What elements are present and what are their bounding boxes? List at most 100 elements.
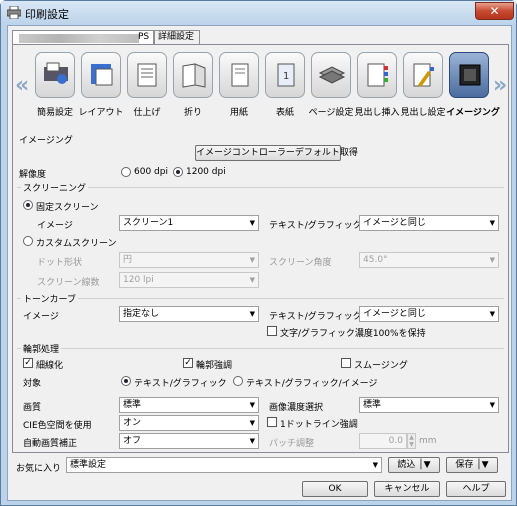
ok-button[interactable]: OK [302, 481, 368, 497]
quality-label: 画質 [23, 403, 42, 413]
custom-screen-label: カスタムスクリーン [36, 239, 117, 249]
screen-text-graphic-label: テキスト/グラフィック [269, 221, 362, 231]
chevron-down-icon: ▼ [249, 437, 255, 445]
smoothing-checkbox[interactable] [341, 358, 351, 368]
label-layout: レイアウト [78, 108, 124, 118]
finishing-icon [137, 63, 157, 87]
tone-text-graphic-label: テキスト/グラフィック [269, 312, 362, 322]
one-dot-line-checkbox[interactable] [267, 417, 277, 427]
screen-lines-select: 120 lpi ▼ [119, 272, 259, 288]
paper-icon [231, 63, 249, 87]
label-finishing: 仕上げ [133, 108, 161, 118]
label-quick-settings: 簡易設定 [36, 108, 73, 118]
cover-icon: 1 [277, 63, 295, 87]
tone-image-select[interactable]: 指定なし ▼ [119, 306, 259, 322]
screen-angle-select: 45.0° ▼ [359, 252, 499, 268]
thinning-label: 細線化 [36, 361, 64, 371]
resolution-600-label: 600 dpi [134, 167, 168, 177]
tab-ps[interactable]: PS [12, 30, 154, 45]
screen-text-graphic-select[interactable]: イメージと同じ ▼ [359, 215, 499, 231]
close-button[interactable]: ✕ [475, 2, 514, 20]
screen-image-select[interactable]: スクリーン1 ▼ [119, 215, 259, 231]
chevron-down-icon: ▼ [249, 219, 255, 227]
resolution-600-radio[interactable] [121, 167, 131, 177]
dot-shape-value: 円 [123, 255, 133, 265]
toolbar-layout[interactable] [81, 52, 121, 98]
layout-icon [91, 64, 113, 86]
tone-text-graphic-select[interactable]: イメージと同じ ▼ [359, 306, 499, 322]
patch-unit: mm [419, 436, 437, 446]
tab-advanced[interactable]: 詳細設定 [154, 30, 200, 44]
favorites-select[interactable]: 標準設定 ▼ [66, 457, 382, 473]
resolution-1200-label: 1200 dpi [186, 167, 226, 177]
quality-value: 標準 [123, 400, 142, 410]
toolbar-quick-settings[interactable] [35, 52, 75, 98]
patch-adjust-label: パッチ調整 [269, 439, 315, 449]
toolbar-paper[interactable] [219, 52, 259, 98]
label-page-settings: ページ設定 [308, 108, 354, 118]
chevron-down-icon: ▼ [489, 256, 495, 264]
quick-settings-icon [44, 62, 68, 84]
auto-correct-select[interactable]: オフ ▼ [119, 433, 259, 449]
screening-group-title: スクリーニング [21, 181, 89, 194]
dialog-body: PS 詳細設定 « » 1 簡易設定 レイアウト 仕上げ 折り 用紙 表紙 ペー… [7, 25, 512, 501]
load-label: 読込 [397, 460, 416, 470]
dot-shape-select: 円 ▼ [119, 252, 259, 268]
imaging-icon [459, 64, 481, 86]
load-button[interactable]: 読込 │▼ [388, 457, 440, 473]
custom-screen-radio[interactable] [23, 236, 33, 246]
toolbar-cover[interactable]: 1 [265, 52, 305, 98]
screen-angle-label: スクリーン角度 [269, 258, 332, 268]
screening-divider [17, 187, 504, 188]
keep-density-label: 文字/グラフィック濃度100%を保持 [280, 329, 426, 339]
toolbar-tab-settings[interactable] [403, 52, 443, 98]
printer-name-blurred [19, 34, 139, 43]
keep-density-checkbox[interactable] [267, 326, 277, 336]
toolbar-page-settings[interactable] [311, 52, 351, 98]
chevron-down-icon: ▼ [249, 419, 255, 427]
save-button[interactable]: 保存 │▼ [446, 457, 498, 473]
label-tab-insert: 見出し挿入 [354, 108, 400, 118]
cie-value: オン [123, 418, 142, 428]
edge-enhance-label: 輪郭強調 [196, 361, 233, 371]
cancel-button[interactable]: キャンセル [374, 481, 440, 497]
chevron-down-icon: ▼ [249, 276, 255, 284]
cie-select[interactable]: オン ▼ [119, 415, 259, 431]
tone-curve-divider [17, 298, 504, 299]
imaging-panel: « » 1 簡易設定 レイアウト 仕上げ 折り 用紙 表紙 ページ設定 見出し挿… [12, 44, 509, 453]
title-bar[interactable]: 印刷設定 ✕ [1, 1, 516, 25]
fixed-screen-radio[interactable] [23, 200, 33, 210]
density-value: 標準 [363, 400, 382, 410]
resolution-label: 解像度 [19, 170, 47, 180]
screen-text-graphic-value: イメージと同じ [363, 218, 426, 228]
tab-insert-icon [367, 63, 388, 87]
toolbar-finishing[interactable] [127, 52, 167, 98]
chevron-down-icon: ▼ [489, 401, 495, 409]
target-text-graphic-radio[interactable] [121, 376, 131, 386]
target-text-graphic-image-label: テキスト/グラフィック/イメージ [246, 379, 378, 389]
resolution-1200-radio[interactable] [173, 167, 183, 177]
controller-default-button[interactable]: イメージコントローラーデフォルト取得 [195, 145, 358, 161]
scroll-right-icon[interactable]: » [493, 73, 507, 98]
imaging-group-title: イメージング [19, 136, 73, 146]
chevron-down-icon: ▼ [249, 401, 255, 409]
tone-curve-group-title: トーンカーブ [21, 292, 79, 305]
density-select[interactable]: 標準 ▼ [359, 397, 499, 413]
scroll-left-icon[interactable]: « [15, 73, 29, 98]
auto-correct-label: 自動画質補正 [23, 439, 78, 449]
toolbar-tab-insert[interactable] [357, 52, 397, 98]
help-button[interactable]: ヘルプ [446, 481, 506, 497]
thinning-checkbox[interactable]: ✓ [23, 358, 33, 368]
patch-adjust-input: 0.0 [359, 433, 407, 449]
edge-enhance-checkbox[interactable]: ✓ [183, 358, 193, 368]
quality-select[interactable]: 標準 ▼ [119, 397, 259, 413]
target-text-graphic-image-radio[interactable] [233, 376, 243, 386]
label-fold: 折り [183, 108, 202, 118]
outline-divider [17, 348, 504, 349]
toolbar-imaging[interactable] [449, 52, 489, 98]
toolbar-fold[interactable] [173, 52, 213, 98]
one-dot-line-label: 1ドットライン強調 [280, 420, 358, 430]
screen-lines-value: 120 lpi [123, 275, 154, 285]
chevron-down-icon: ▼ [372, 461, 378, 469]
tab-ps-label: PS [138, 32, 150, 42]
